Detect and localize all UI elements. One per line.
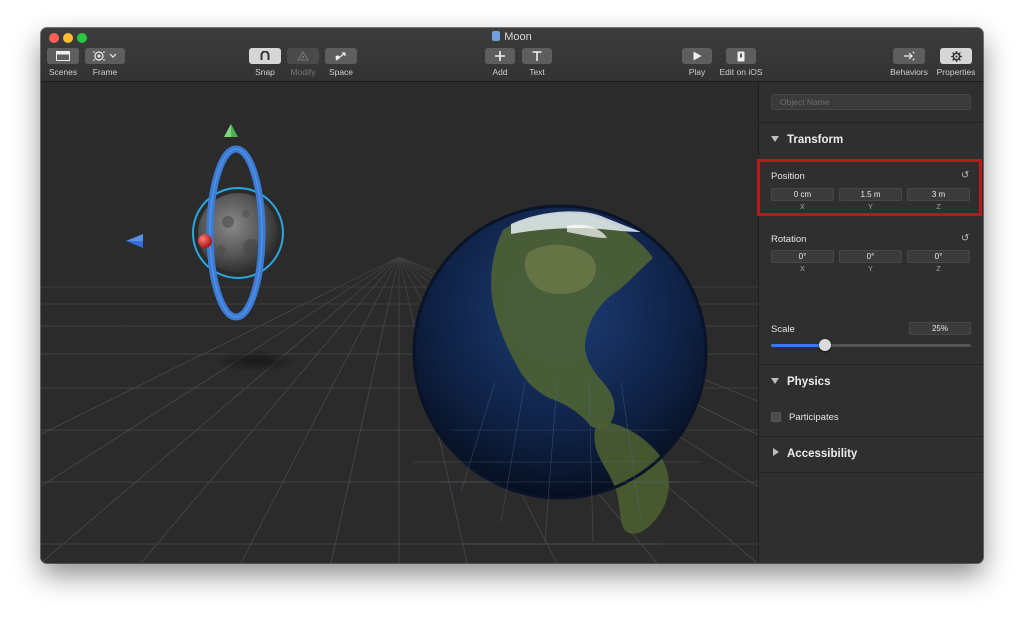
rotation-z-label: Z (936, 266, 941, 273)
text-icon (522, 48, 552, 64)
add-button[interactable]: Add (485, 48, 515, 77)
space-icon (325, 48, 357, 64)
earth-object (412, 204, 708, 534)
rotation-y-label: Y (868, 266, 873, 273)
scale-slider-fill (771, 344, 825, 347)
accessibility-section-header[interactable]: Accessibility (771, 448, 857, 460)
rotation-y-field[interactable]: 0° (839, 250, 902, 263)
magnet-icon (249, 48, 281, 64)
inspector-panel: Object Name Transform Position ↺ 0 cm 1.… (758, 82, 983, 563)
physics-section-header[interactable]: Physics (771, 376, 830, 388)
document-icon (492, 31, 501, 41)
disclosure-right-icon (773, 448, 779, 456)
position-highlight-box (757, 159, 982, 216)
app-window: Moon Scenes Frame Snap Modify Space Add … (41, 28, 983, 563)
scale-value-field[interactable]: 25% (909, 322, 971, 335)
plus-icon (485, 48, 515, 64)
reset-rotation-icon[interactable]: ↺ (961, 233, 969, 244)
transform-section-header[interactable]: Transform (771, 134, 843, 146)
scenes-button[interactable]: Scenes (46, 48, 80, 77)
divider (759, 122, 983, 123)
space-button[interactable]: Space (325, 48, 357, 77)
gear-icon (940, 48, 972, 64)
scene-viewport[interactable] (41, 82, 758, 563)
divider (759, 364, 983, 365)
window-title: Moon (41, 31, 983, 43)
object-name-field[interactable]: Object Name (771, 94, 971, 110)
scale-slider[interactable] (771, 339, 971, 351)
rotation-z-field[interactable]: 0° (907, 250, 970, 263)
snap-button[interactable]: Snap (249, 48, 281, 77)
behaviors-button[interactable]: Behaviors (889, 48, 929, 77)
scale-slider-knob[interactable] (819, 339, 831, 351)
participates-label: Participates (789, 412, 839, 423)
scale-label: Scale (771, 324, 795, 335)
text-button[interactable]: Text (522, 48, 552, 77)
behaviors-icon (893, 48, 925, 64)
scene-canvas (41, 82, 758, 563)
divider (759, 436, 983, 437)
rotation-x-label: X (800, 266, 805, 273)
modify-icon (287, 48, 319, 64)
edit-on-ios-button[interactable]: Edit on iOS (715, 48, 767, 77)
divider (759, 472, 983, 473)
modify-button[interactable]: Modify (286, 48, 320, 77)
properties-button[interactable]: Properties (934, 48, 978, 77)
frame-button[interactable]: Frame (85, 48, 125, 77)
sidebar-icon (47, 48, 79, 64)
rotation-label: Rotation (771, 234, 807, 245)
disclosure-down-icon (771, 136, 779, 142)
participates-checkbox[interactable] (771, 412, 781, 422)
toolbar: Moon Scenes Frame Snap Modify Space Add … (41, 28, 983, 82)
phone-icon (726, 48, 756, 64)
disclosure-down-icon (771, 378, 779, 384)
play-icon (682, 48, 712, 64)
x-axis-handle (198, 234, 212, 248)
play-button[interactable]: Play (682, 48, 712, 77)
frame-icon (85, 48, 125, 64)
rotation-x-field[interactable]: 0° (771, 250, 834, 263)
